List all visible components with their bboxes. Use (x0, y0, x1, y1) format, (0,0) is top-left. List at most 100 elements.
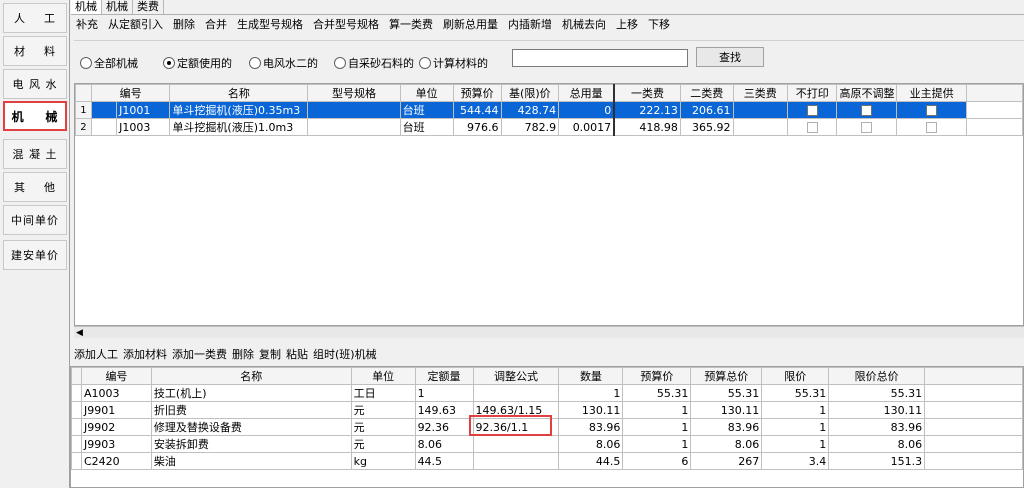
cell-unit[interactable]: 元 (350, 401, 416, 419)
sidebar-item-concrete[interactable]: 混 凝 土 (3, 139, 67, 169)
cell-plateau[interactable] (836, 118, 898, 136)
delete-detail-button[interactable]: 删除 (232, 347, 259, 363)
sidebar-item-intermediate-price[interactable]: 中间单价 (3, 205, 67, 235)
merge-spec-button[interactable]: 合并型号规格 (310, 16, 386, 34)
cell-class2-fee[interactable]: 365.92 (679, 118, 734, 136)
import-from-quota-button[interactable]: 从定额引入 (105, 16, 170, 34)
plateau-checkbox[interactable] (861, 122, 873, 133)
table-row[interactable]: J9902 修理及替换设备费 元 92.36 92.36/1.1 83.96 1… (71, 418, 1023, 436)
cell-spec[interactable] (307, 101, 401, 119)
cell-total[interactable]: 130.11 (690, 401, 763, 419)
refresh-total-button[interactable]: 刷新总用量 (440, 16, 505, 34)
cell-limit-total[interactable]: 55.31 (828, 384, 926, 402)
cell-owner-supplied[interactable] (896, 101, 967, 119)
cell-formula[interactable]: 92.36/1.1 (472, 418, 560, 436)
column-header[interactable]: 预算价 (452, 84, 502, 102)
radio-self-quarried[interactable]: 自采砂石料的 (334, 55, 414, 71)
cell-total-usage[interactable]: 0 (558, 101, 616, 119)
cell-limit-total[interactable]: 8.06 (828, 435, 926, 453)
cell-quota[interactable]: 1 (414, 384, 474, 402)
column-header[interactable]: 一类费 (613, 84, 681, 102)
table-row[interactable]: J9903 安装拆卸费 元 8.06 8.06 1 8.06 1 8.06 (71, 435, 1023, 453)
supplement-button[interactable]: 补充 (74, 16, 105, 34)
cell-code[interactable]: J1001 (116, 101, 171, 119)
column-header[interactable]: 二类费 (679, 84, 734, 102)
scroll-left-icon[interactable]: ◀ (76, 328, 83, 338)
cell-base-price[interactable]: 782.9 (500, 118, 560, 136)
cell-class2-fee[interactable]: 206.61 (679, 101, 734, 119)
cell-plateau[interactable] (836, 101, 898, 119)
tab-fee-types[interactable]: 类费 (133, 0, 164, 14)
cell-quota[interactable]: 92.36 (414, 418, 474, 436)
horizontal-scrollbar[interactable]: ◀ (74, 326, 1024, 338)
cell-unit[interactable]: 元 (350, 418, 416, 436)
cell-formula[interactable]: 149.63/1.15 (472, 401, 560, 419)
cell-budget-price[interactable]: 976.6 (452, 118, 502, 136)
paste-button[interactable]: 粘贴 (286, 347, 313, 363)
cell-price[interactable]: 55.31 (622, 384, 692, 402)
tab-machinery[interactable]: 机械 (71, 0, 102, 14)
cell-code[interactable]: J9902 (80, 418, 152, 436)
cell-no-print[interactable] (786, 118, 838, 136)
cell-name[interactable]: 折旧费 (150, 401, 352, 419)
column-header[interactable]: 名称 (169, 84, 309, 102)
merge-button[interactable]: 合并 (202, 16, 234, 34)
interpolate-add-button[interactable]: 内插新增 (505, 16, 559, 34)
cell-name[interactable]: 修理及替换设备费 (150, 418, 352, 436)
cell-code[interactable]: J9903 (80, 435, 152, 453)
no-print-checkbox[interactable] (806, 122, 818, 133)
column-header[interactable]: 高原不调整 (836, 84, 898, 102)
table-row[interactable]: A1003 技工(机上) 工日 1 1 55.31 55.31 55.31 55… (71, 384, 1023, 402)
cell-code[interactable]: A1003 (80, 384, 152, 402)
machine-destination-button[interactable]: 机械去向 (559, 16, 613, 34)
cell-class3-fee[interactable] (732, 118, 788, 136)
cell-limit[interactable]: 3.4 (761, 452, 830, 470)
cell-code[interactable]: J9901 (80, 401, 152, 419)
cell-name[interactable]: 单斗挖掘机(液压)1.0m3 (169, 118, 309, 136)
column-header[interactable]: 定额量 (414, 367, 474, 385)
column-header[interactable]: 数量 (558, 367, 624, 385)
cell-quantity[interactable]: 130.11 (558, 401, 624, 419)
cell-name[interactable]: 安装拆卸费 (150, 435, 352, 453)
cell-budget-price[interactable]: 544.44 (452, 101, 502, 119)
column-header[interactable]: 业主提供 (896, 84, 967, 102)
cell-price[interactable]: 1 (622, 435, 692, 453)
sidebar-item-other[interactable]: 其 他 (3, 172, 67, 202)
sidebar-item-machinery[interactable]: 机 械 (3, 101, 67, 131)
cell-unit[interactable]: 工日 (350, 384, 416, 402)
cell-unit[interactable]: 元 (350, 435, 416, 453)
no-print-checkbox[interactable] (806, 105, 818, 116)
tab-machinery-2[interactable]: 机械 (102, 0, 133, 14)
cell-limit[interactable]: 55.31 (761, 384, 830, 402)
search-input[interactable] (512, 49, 688, 67)
table-row[interactable]: C2420 柴油 kg 44.5 44.5 6 267 3.4 151.3 (71, 452, 1023, 470)
owner-supplied-checkbox[interactable] (926, 122, 938, 133)
cell-code[interactable]: C2420 (80, 452, 152, 470)
cell-unit[interactable]: kg (350, 452, 416, 470)
sidebar-item-construction-price[interactable]: 建安单价 (3, 240, 67, 270)
column-header[interactable]: 预算价 (622, 367, 692, 385)
radio-calc-material[interactable]: 计算材料的 (419, 55, 488, 71)
cell-limit[interactable]: 1 (761, 418, 830, 436)
table-row[interactable]: J9901 折旧费 元 149.63 149.63/1.15 130.11 1 … (71, 401, 1023, 419)
radio-all-machines[interactable]: 全部机械 (80, 55, 138, 71)
cell-total-usage[interactable]: 0.0017 (558, 118, 616, 136)
column-header[interactable]: 基(限)价 (500, 84, 560, 102)
cell-quantity[interactable]: 1 (558, 384, 624, 402)
cell-limit-total[interactable]: 151.3 (828, 452, 926, 470)
cell-name[interactable]: 技工(机上) (150, 384, 352, 402)
cell-spec[interactable] (307, 118, 401, 136)
cell-class1-fee[interactable]: 418.98 (613, 118, 681, 136)
cell-limit-total[interactable]: 130.11 (828, 401, 926, 419)
cell-quantity[interactable]: 83.96 (558, 418, 624, 436)
copy-button[interactable]: 复制 (259, 347, 286, 363)
sidebar-item-labor[interactable]: 人 工 (3, 3, 67, 33)
cell-quantity[interactable]: 8.06 (558, 435, 624, 453)
move-down-button[interactable]: 下移 (645, 16, 677, 34)
cell-quota[interactable]: 44.5 (414, 452, 474, 470)
cell-class3-fee[interactable] (732, 101, 788, 119)
cell-base-price[interactable]: 428.74 (500, 101, 560, 119)
add-class1-fee-button[interactable]: 添加一类费 (172, 347, 232, 363)
radio-power-water[interactable]: 电风水二的 (249, 55, 318, 71)
table-row[interactable]: 1 J1001 单斗挖掘机(液压)0.35m3 台班 544.44 428.74… (75, 101, 1024, 119)
